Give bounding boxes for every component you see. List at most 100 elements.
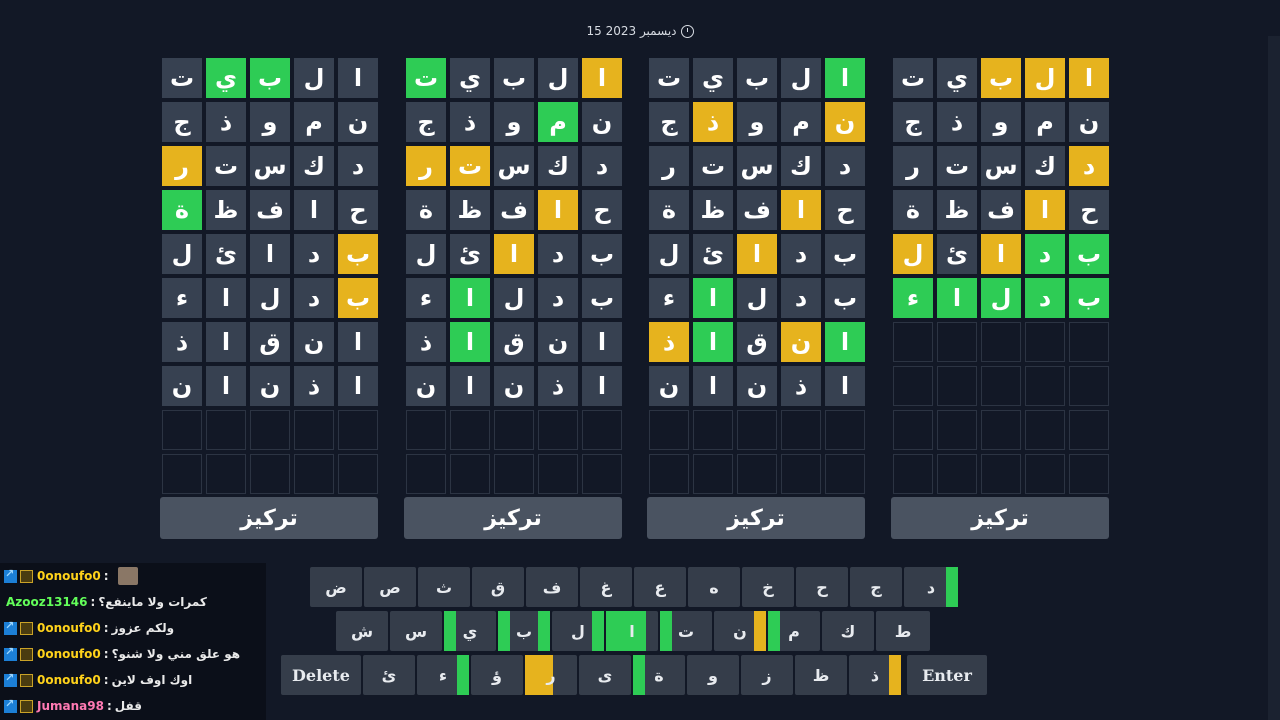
letter-tile: ت bbox=[937, 146, 977, 186]
key-dal[interactable]: د bbox=[904, 567, 958, 607]
delete-key[interactable]: Delete bbox=[281, 655, 361, 695]
empty-tile bbox=[893, 366, 933, 406]
key-ra[interactable]: ر bbox=[525, 655, 577, 695]
letter-tile: ا bbox=[206, 322, 246, 362]
letter-tile: ذ bbox=[294, 366, 334, 406]
key-seen[interactable]: س bbox=[390, 611, 442, 651]
key-hamza-waw[interactable]: ؤ bbox=[471, 655, 523, 695]
letter-tile: ب bbox=[582, 234, 622, 274]
focus-button-board-2[interactable]: تركيز bbox=[404, 497, 622, 539]
key-tta[interactable]: ط bbox=[876, 611, 930, 651]
key-sheen[interactable]: ش bbox=[336, 611, 388, 651]
empty-tile bbox=[1025, 454, 1065, 494]
key-meem[interactable]: م bbox=[768, 611, 820, 651]
letter-tile: ح bbox=[338, 190, 378, 230]
focus-button-board-4[interactable]: تركيز bbox=[891, 497, 1109, 539]
letter-tile: ب bbox=[338, 278, 378, 318]
key-fa[interactable]: ف bbox=[526, 567, 578, 607]
chat-username: Jumana98 bbox=[37, 699, 104, 713]
letter-tile: د bbox=[538, 278, 578, 318]
letter-tile: ن bbox=[1069, 102, 1109, 142]
letter-tile: ر bbox=[893, 146, 933, 186]
key-jeem[interactable]: ج bbox=[850, 567, 902, 607]
letter-tile: ا bbox=[781, 190, 821, 230]
key-dhal[interactable]: ذ bbox=[849, 655, 901, 695]
key-ba-label: ب bbox=[515, 621, 533, 641]
key-noon[interactable]: ن bbox=[714, 611, 766, 651]
letter-tile: ا bbox=[582, 366, 622, 406]
key-kaf[interactable]: ك bbox=[822, 611, 874, 651]
scrollbar[interactable] bbox=[1268, 36, 1280, 720]
clock-icon bbox=[680, 24, 694, 38]
letter-tile: ذ bbox=[649, 322, 689, 362]
letter-tile: ة bbox=[162, 190, 202, 230]
chat-message: 0onoufo0 : اوك اوف لاين bbox=[0, 669, 266, 691]
key-ta-label: ت bbox=[677, 621, 695, 641]
empty-tile bbox=[206, 454, 246, 494]
focus-button-board-1[interactable]: تركيز bbox=[160, 497, 378, 539]
key-dal-label: د bbox=[926, 577, 936, 597]
empty-tile bbox=[825, 454, 865, 494]
empty-tile bbox=[649, 410, 689, 450]
letter-tile: س bbox=[250, 146, 290, 186]
key-ta[interactable]: ت bbox=[660, 611, 712, 651]
letter-tile: ل bbox=[538, 58, 578, 98]
chat-separator: : bbox=[90, 595, 96, 609]
key-ba[interactable]: ب bbox=[498, 611, 550, 651]
letter-tile: د bbox=[825, 146, 865, 186]
empty-tile bbox=[294, 410, 334, 450]
key-hamza-ya[interactable]: ئ bbox=[363, 655, 415, 695]
key-lam[interactable]: ل bbox=[552, 611, 604, 651]
key-ain[interactable]: ع bbox=[634, 567, 686, 607]
letter-tile: ج bbox=[162, 102, 202, 142]
letter-tile: ا bbox=[693, 322, 733, 362]
date-display: 15 ديسمبر 2023 bbox=[0, 20, 1280, 42]
chat-separator: : bbox=[103, 647, 109, 661]
key-tha[interactable]: ث bbox=[418, 567, 470, 607]
letter-tile: ا bbox=[825, 322, 865, 362]
key-ha[interactable]: ه bbox=[688, 567, 740, 607]
date-label: 15 ديسمبر 2023 bbox=[586, 24, 677, 38]
letter-tile: م bbox=[1025, 102, 1065, 142]
letter-tile: ذ bbox=[538, 366, 578, 406]
chat-message: 0onoufo0 : ولكم عزوز bbox=[0, 617, 266, 639]
letter-tile: ي bbox=[693, 58, 733, 98]
key-ta-marbuta[interactable]: ة bbox=[633, 655, 685, 695]
key-ya[interactable]: ي bbox=[444, 611, 496, 651]
key-hha[interactable]: ح bbox=[796, 567, 848, 607]
letter-tile: ة bbox=[406, 190, 446, 230]
letter-tile: ف bbox=[494, 190, 534, 230]
enter-key[interactable]: Enter bbox=[907, 655, 987, 695]
key-alef[interactable]: ا bbox=[606, 611, 658, 651]
letter-tile: ذ bbox=[781, 366, 821, 406]
letter-tile: ن bbox=[649, 366, 689, 406]
empty-tile bbox=[494, 410, 534, 450]
chat-text: هو علق مني ولا شنو؟ bbox=[111, 647, 241, 661]
key-alef-maqsura[interactable]: ى bbox=[579, 655, 631, 695]
key-state-green bbox=[498, 611, 510, 651]
empty-tile bbox=[825, 410, 865, 450]
key-zain[interactable]: ز bbox=[741, 655, 793, 695]
key-kha[interactable]: خ bbox=[742, 567, 794, 607]
key-noon-label: ن bbox=[733, 621, 747, 641]
key-zha[interactable]: ظ bbox=[795, 655, 847, 695]
chat-separator: : bbox=[103, 569, 109, 583]
verified-badge-icon bbox=[4, 645, 17, 661]
key-waw[interactable]: و bbox=[687, 655, 739, 695]
letter-tile: م bbox=[538, 102, 578, 142]
letter-tile: ن bbox=[162, 366, 202, 406]
key-ghain[interactable]: غ bbox=[580, 567, 632, 607]
key-qaf[interactable]: ق bbox=[472, 567, 524, 607]
letter-tile: م bbox=[294, 102, 334, 142]
empty-tile bbox=[1069, 366, 1109, 406]
chat-text: كمرات ولا ماينفع؟ bbox=[98, 595, 207, 609]
letter-tile: ب bbox=[494, 58, 534, 98]
key-dad[interactable]: ض bbox=[310, 567, 362, 607]
focus-button-board-3[interactable]: تركيز bbox=[647, 497, 865, 539]
empty-tile bbox=[693, 410, 733, 450]
letter-tile: د bbox=[338, 146, 378, 186]
key-hamza[interactable]: ء bbox=[417, 655, 469, 695]
chat-username: 0onoufo0 bbox=[37, 673, 101, 687]
letter-tile: ت bbox=[406, 58, 446, 98]
key-sad[interactable]: ص bbox=[364, 567, 416, 607]
